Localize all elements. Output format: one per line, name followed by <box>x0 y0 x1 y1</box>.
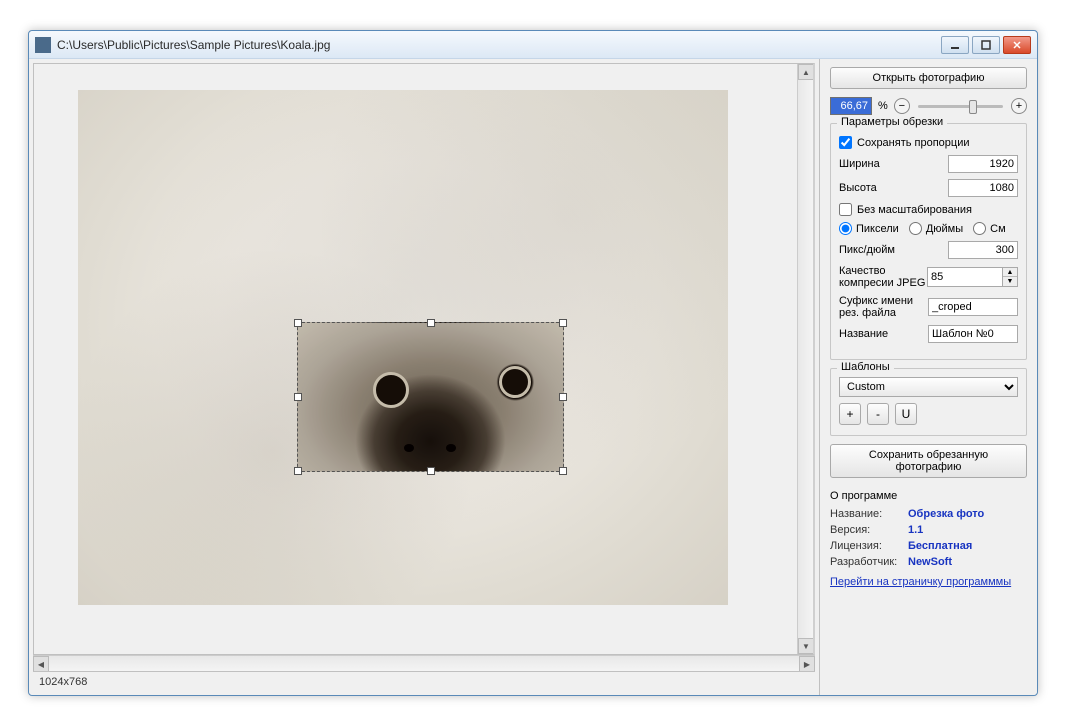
jpeg-quality-label: Качество компресии JPEG <box>839 265 927 289</box>
unit-cm-radio[interactable] <box>973 222 986 235</box>
photo-detail <box>404 444 414 452</box>
suffix-input[interactable] <box>928 298 1018 316</box>
template-update-button[interactable]: U <box>895 403 917 425</box>
photo-detail <box>373 372 409 408</box>
zoom-thumb[interactable] <box>969 100 977 114</box>
crop-handle-bl[interactable] <box>294 467 302 475</box>
keep-aspect-checkbox[interactable] <box>839 136 852 149</box>
no-scale-checkbox[interactable] <box>839 203 852 216</box>
no-scale-label: Без масштабирования <box>857 204 972 216</box>
close-button[interactable] <box>1003 36 1031 54</box>
about-version-key: Версия: <box>830 524 908 536</box>
photo-detail <box>499 366 531 398</box>
title-bar: C:\Users\Public\Pictures\Sample Pictures… <box>29 31 1037 59</box>
templates-title: Шаблоны <box>837 361 894 373</box>
window-title: C:\Users\Public\Pictures\Sample Pictures… <box>57 38 941 52</box>
unit-px-radio[interactable] <box>839 222 852 235</box>
crop-handle-br[interactable] <box>559 467 567 475</box>
about-license-val: Бесплатная <box>908 540 972 552</box>
scroll-down-icon[interactable]: ▼ <box>798 638 814 654</box>
templates-combo[interactable]: Custom <box>839 377 1018 397</box>
scroll-up-icon[interactable]: ▲ <box>798 64 814 80</box>
crop-handle-bm[interactable] <box>427 467 435 475</box>
status-bar: 1024x768 <box>33 671 815 691</box>
jpeg-quality-input[interactable] <box>927 267 1003 287</box>
about-developer-val: NewSoft <box>908 556 952 568</box>
crop-handle-tr[interactable] <box>559 319 567 327</box>
zoom-percent-label: % <box>878 100 888 112</box>
image-dimensions: 1024x768 <box>39 676 87 688</box>
side-panel: Открыть фотографию % − + Параметры обрез… <box>819 59 1037 695</box>
zoom-input[interactable] <box>830 97 872 115</box>
crop-handle-tl[interactable] <box>294 319 302 327</box>
zoom-row: % − + <box>830 97 1027 115</box>
unit-cm-label: См <box>990 223 1006 235</box>
template-del-button[interactable]: - <box>867 403 889 425</box>
vertical-scrollbar[interactable]: ▲ ▼ <box>797 64 813 654</box>
spin-down-icon[interactable]: ▼ <box>1003 277 1017 286</box>
crop-handle-tm[interactable] <box>427 319 435 327</box>
spin-up-icon[interactable]: ▲ <box>1003 268 1017 277</box>
about-developer-key: Разработчик: <box>830 556 908 568</box>
height-input[interactable] <box>948 179 1018 197</box>
about-link[interactable]: Перейти на страничку программмы <box>830 576 1011 588</box>
about-version-val: 1.1 <box>908 524 923 536</box>
unit-px-label: Пиксели <box>856 223 899 235</box>
about-name-val: Обрезка фото <box>908 508 984 520</box>
about-title: О программе <box>830 490 1027 502</box>
app-icon <box>35 37 51 53</box>
image-viewport[interactable]: ▲ ▼ <box>33 63 815 655</box>
suffix-label: Суфикс имени рез. файла <box>839 295 928 319</box>
templates-group: Шаблоны Custom + - U <box>830 368 1027 436</box>
template-name-input[interactable] <box>928 325 1018 343</box>
about-license-key: Лицензия: <box>830 540 908 552</box>
template-add-button[interactable]: + <box>839 403 861 425</box>
unit-in-radio[interactable] <box>909 222 922 235</box>
about-section: О программе Название:Обрезка фото Версия… <box>830 490 1027 588</box>
save-cropped-button[interactable]: Сохранить обрезанную фотографию <box>830 444 1027 478</box>
crop-rectangle[interactable] <box>297 322 564 472</box>
width-input[interactable] <box>948 155 1018 173</box>
scroll-left-icon[interactable]: ◀ <box>33 656 49 672</box>
dpi-label: Пикс/дюйм <box>839 244 895 256</box>
photo-detail <box>446 444 456 452</box>
about-name-key: Название: <box>830 508 908 520</box>
zoom-slider[interactable] <box>918 105 1003 108</box>
width-label: Ширина <box>839 158 880 170</box>
maximize-button[interactable] <box>972 36 1000 54</box>
scroll-right-icon[interactable]: ▶ <box>799 656 815 672</box>
keep-aspect-label: Сохранять пропорции <box>857 137 970 149</box>
unit-in-label: Дюймы <box>926 223 963 235</box>
dpi-input[interactable] <box>948 241 1018 259</box>
crop-handle-ml[interactable] <box>294 393 302 401</box>
minimize-button[interactable] <box>941 36 969 54</box>
open-photo-button[interactable]: Открыть фотографию <box>830 67 1027 89</box>
canvas-area: ▲ ▼ ◀ ▶ 1024x768 <box>33 63 815 691</box>
horizontal-scrollbar[interactable]: ◀ ▶ <box>33 655 815 671</box>
zoom-out-icon[interactable]: − <box>894 98 910 114</box>
crop-params-title: Параметры обрезки <box>837 116 947 128</box>
height-label: Высота <box>839 182 877 194</box>
template-name-label: Название <box>839 328 888 340</box>
app-window: C:\Users\Public\Pictures\Sample Pictures… <box>28 30 1038 696</box>
zoom-in-icon[interactable]: + <box>1011 98 1027 114</box>
crop-params-group: Параметры обрезки Сохранять пропорции Ши… <box>830 123 1027 360</box>
crop-handle-mr[interactable] <box>559 393 567 401</box>
